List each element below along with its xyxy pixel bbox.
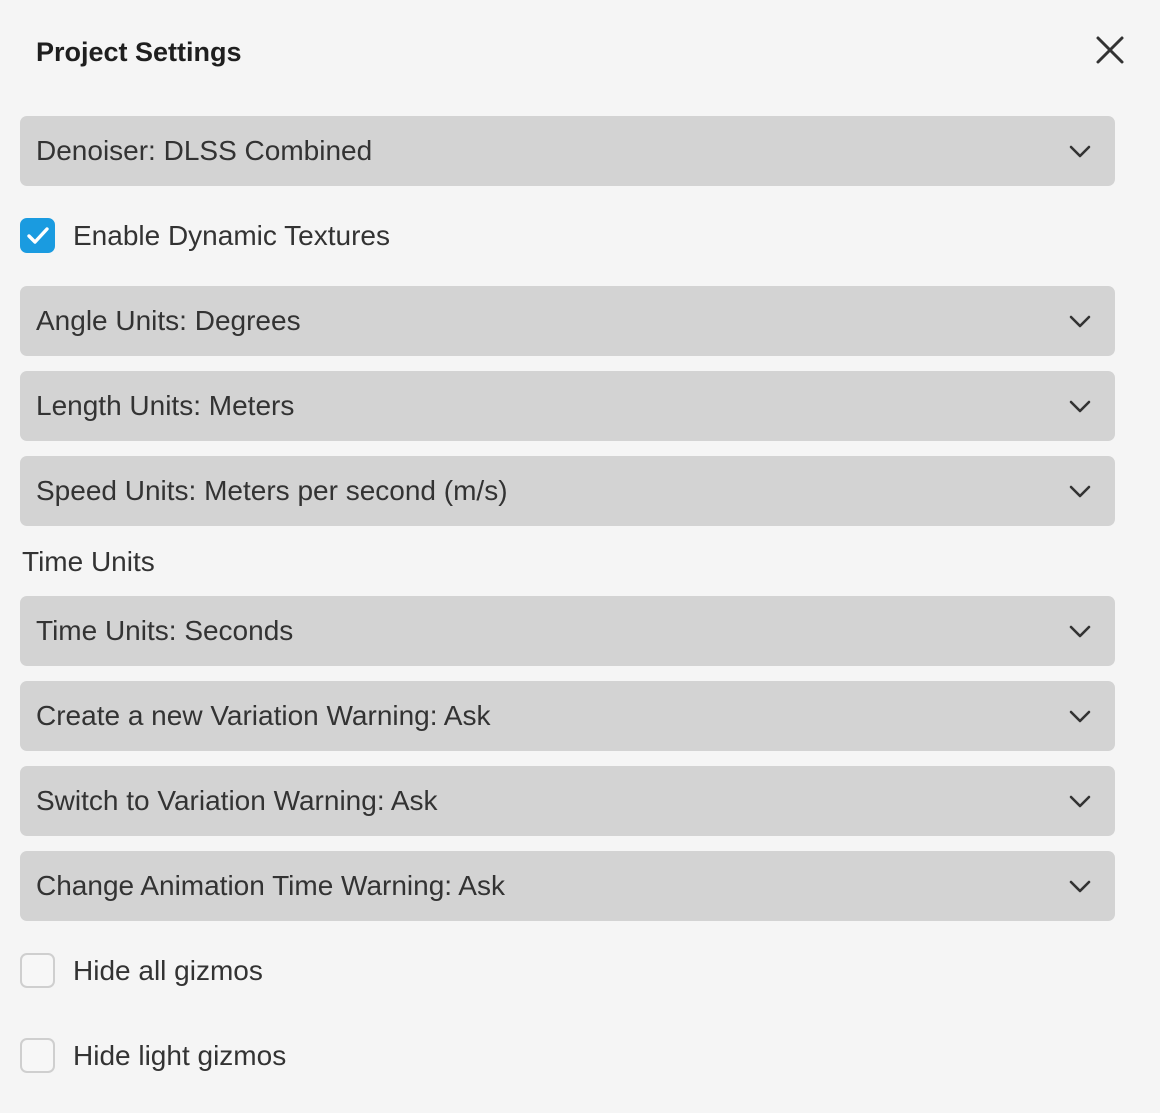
angle-units-dropdown[interactable]: Angle Units: Degrees <box>20 286 1115 356</box>
hide-all-gizmos-checkbox[interactable] <box>20 953 55 988</box>
chevron-down-icon <box>1069 485 1091 498</box>
close-icon <box>1096 36 1124 64</box>
change-animation-time-warning-dropdown[interactable]: Change Animation Time Warning: Ask <box>20 851 1115 921</box>
speed-units-value: Speed Units: Meters per second (m/s) <box>36 475 508 506</box>
hide-light-gizmos-label: Hide light gizmos <box>73 1040 287 1071</box>
chevron-down-icon <box>1069 710 1091 723</box>
chevron-down-icon <box>1069 145 1091 158</box>
switch-variation-warning-value: Switch to Variation Warning: Ask <box>36 785 438 816</box>
enable-dynamic-textures-label: Enable Dynamic Textures <box>73 220 390 251</box>
change-animation-time-warning-value: Change Animation Time Warning: Ask <box>36 870 505 901</box>
switch-variation-warning-dropdown[interactable]: Switch to Variation Warning: Ask <box>20 766 1115 836</box>
chevron-down-icon <box>1069 795 1091 808</box>
denoiser-value: Denoiser: DLSS Combined <box>36 135 373 166</box>
dialog-title: Project Settings <box>36 37 242 67</box>
length-units-dropdown[interactable]: Length Units: Meters <box>20 371 1115 441</box>
speed-units-dropdown[interactable]: Speed Units: Meters per second (m/s) <box>20 456 1115 526</box>
hide-light-gizmos-checkbox[interactable] <box>20 1038 55 1073</box>
project-settings-dialog: Project Settings Denoiser: DLSS Combined… <box>0 0 1160 1113</box>
create-variation-warning-dropdown[interactable]: Create a new Variation Warning: Ask <box>20 681 1115 751</box>
close-button[interactable] <box>1090 32 1130 72</box>
angle-units-value: Angle Units: Degrees <box>36 305 301 336</box>
chevron-down-icon <box>1069 880 1091 893</box>
hide-all-gizmos-label: Hide all gizmos <box>73 955 263 986</box>
create-variation-warning-value: Create a new Variation Warning: Ask <box>36 700 491 731</box>
time-units-value: Time Units: Seconds <box>36 615 294 646</box>
enable-dynamic-textures-checkbox[interactable] <box>20 218 55 253</box>
chevron-down-icon <box>1069 400 1091 413</box>
chevron-down-icon <box>1069 625 1091 638</box>
denoiser-dropdown[interactable]: Denoiser: DLSS Combined <box>20 116 1115 186</box>
chevron-down-icon <box>1069 315 1091 328</box>
length-units-value: Length Units: Meters <box>36 390 295 421</box>
time-units-section-label: Time Units <box>22 546 155 577</box>
time-units-dropdown[interactable]: Time Units: Seconds <box>20 596 1115 666</box>
check-icon <box>27 227 49 244</box>
